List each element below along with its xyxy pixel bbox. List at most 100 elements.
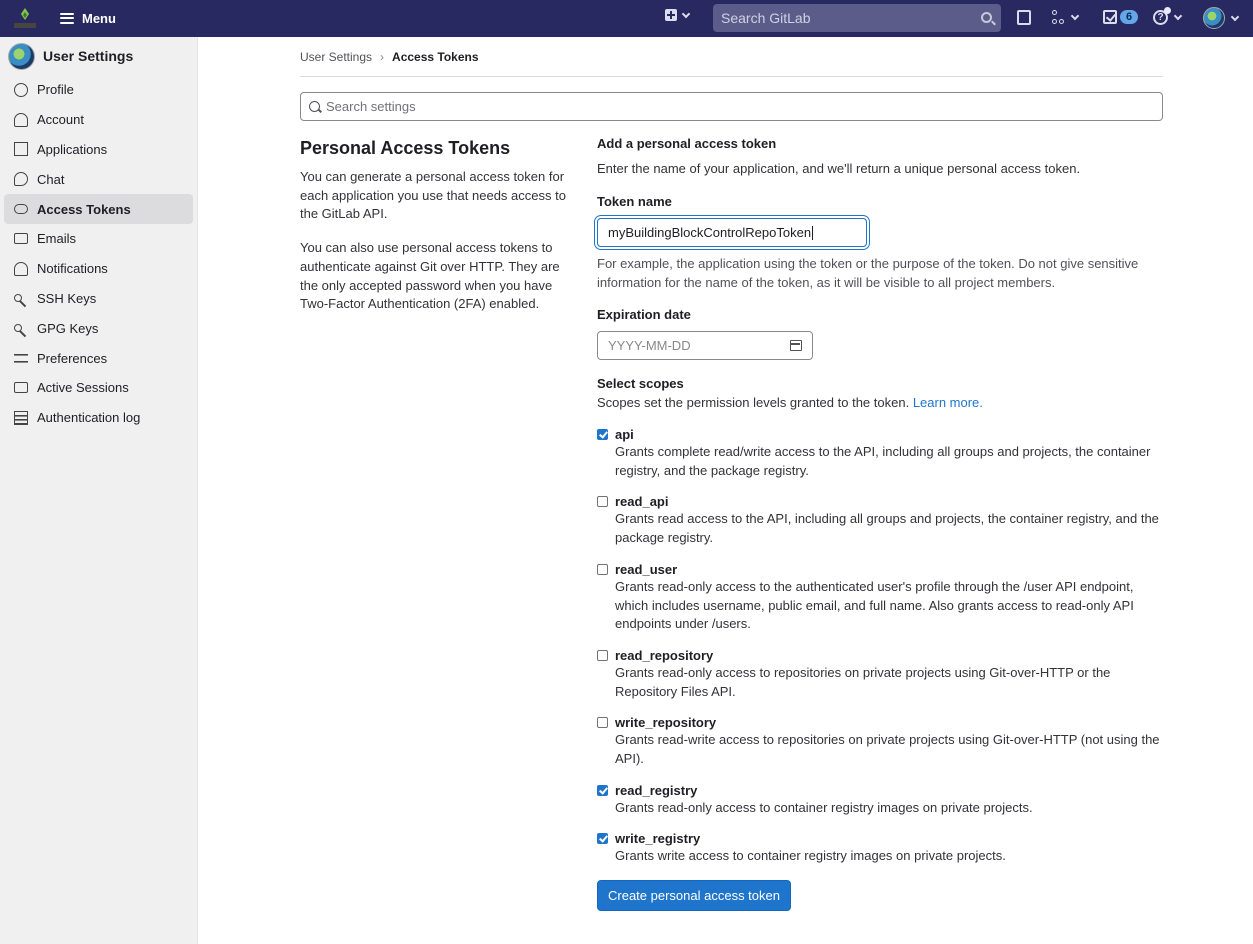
sidebar-item-account[interactable]: Account bbox=[4, 105, 193, 135]
merge-requests-dropdown[interactable] bbox=[1052, 10, 1080, 25]
scopes-help: Scopes set the permission levels granted… bbox=[597, 395, 1163, 410]
expiration-date-input[interactable]: YYYY-MM-DD bbox=[597, 331, 813, 360]
sidebar-item-access-tokens[interactable]: Access Tokens bbox=[4, 194, 193, 224]
breadcrumb: User Settings › Access Tokens bbox=[300, 37, 1163, 77]
sidebar-item-gpg-keys[interactable]: GPG Keys bbox=[4, 313, 193, 343]
notification-dot bbox=[1164, 7, 1171, 14]
help-dropdown[interactable]: ? bbox=[1153, 7, 1183, 25]
intro-paragraph: You can generate a personal access token… bbox=[300, 169, 566, 222]
sidebar-item-ssh-keys[interactable]: SSH Keys bbox=[4, 284, 193, 314]
scope-description: Grants read-write access to repositories… bbox=[615, 732, 1160, 767]
todo-icon bbox=[1103, 10, 1117, 24]
scope-name[interactable]: read_user bbox=[615, 562, 1163, 577]
scope-name[interactable]: read_registry bbox=[615, 783, 1163, 798]
issues-icon[interactable] bbox=[1017, 10, 1031, 25]
scope-checkbox[interactable] bbox=[597, 649, 608, 661]
scopes-label: Select scopes bbox=[597, 376, 684, 391]
menu-button[interactable]: Menu bbox=[60, 8, 116, 28]
todos-button[interactable]: 6 bbox=[1103, 10, 1139, 24]
scope-name[interactable]: write_registry bbox=[615, 831, 1163, 846]
chevron-down-icon bbox=[1173, 11, 1183, 21]
expiration-date-label: Expiration date bbox=[597, 307, 691, 322]
scope-read-registry: read_registry Grants read-only access to… bbox=[597, 783, 1163, 818]
scope-description: Grants write access to container registr… bbox=[615, 848, 1006, 864]
sidebar-item-preferences[interactable]: Preferences bbox=[4, 343, 193, 373]
chevron-down-icon bbox=[681, 9, 691, 18]
chat-icon bbox=[14, 172, 28, 187]
merge-request-icon bbox=[1052, 10, 1065, 25]
scope-api: api Grants complete read/write access to… bbox=[597, 427, 1163, 480]
sidebar-item-label: SSH Keys bbox=[37, 290, 97, 306]
sidebar-item-label: Authentication log bbox=[37, 410, 141, 426]
token-name-label: Token name bbox=[597, 194, 672, 209]
scope-checkbox[interactable] bbox=[597, 717, 608, 729]
sidebar-item-profile[interactable]: Profile bbox=[4, 75, 193, 105]
chevron-right-icon: › bbox=[380, 49, 385, 64]
scope-name[interactable]: read_repository bbox=[615, 648, 1163, 663]
scope-checkbox[interactable] bbox=[597, 496, 608, 508]
scope-checkbox[interactable] bbox=[597, 563, 608, 575]
plus-square-icon bbox=[665, 9, 677, 21]
scope-name[interactable]: read_api bbox=[615, 494, 1163, 509]
todo-count-badge: 6 bbox=[1120, 10, 1139, 24]
main-content: User Settings › Access Tokens Search set… bbox=[300, 37, 1163, 912]
sidebar-title: User Settings bbox=[43, 48, 134, 64]
sidebar-item-authentication-log[interactable]: Authentication log bbox=[4, 403, 193, 433]
chevron-down-icon bbox=[1230, 12, 1240, 21]
mail-icon bbox=[14, 233, 28, 245]
scope-name[interactable]: write_repository bbox=[615, 715, 1163, 730]
menu-label: Menu bbox=[82, 10, 116, 26]
learn-more-link[interactable]: Learn more. bbox=[913, 395, 983, 410]
sidebar-item-label: Emails bbox=[37, 231, 77, 247]
scope-checkbox[interactable] bbox=[597, 833, 608, 845]
profile-icon bbox=[14, 82, 28, 97]
avatar bbox=[8, 42, 35, 70]
token-name-input[interactable]: myBuildingBlockControlRepoToken bbox=[597, 218, 867, 247]
page-title: Personal Access Tokens bbox=[300, 138, 511, 158]
sidebar-item-label: Applications bbox=[37, 141, 108, 157]
scope-checkbox[interactable] bbox=[597, 784, 608, 796]
scope-name[interactable]: api bbox=[615, 427, 1163, 442]
settings-search-input[interactable]: Search settings bbox=[300, 92, 1163, 121]
sidebar-item-applications[interactable]: Applications bbox=[4, 135, 193, 165]
text-caret bbox=[812, 225, 814, 240]
create-token-button[interactable]: Create personal access token bbox=[597, 880, 791, 912]
sidebar-item-active-sessions[interactable]: Active Sessions bbox=[4, 373, 193, 403]
sidebar-item-emails[interactable]: Emails bbox=[4, 224, 193, 254]
key-icon bbox=[14, 324, 22, 333]
settings-search-placeholder: Search settings bbox=[326, 99, 416, 114]
log-icon bbox=[14, 410, 28, 425]
bell-icon bbox=[14, 261, 28, 276]
scope-description: Grants read-only access to the authentic… bbox=[615, 578, 1134, 632]
sidebar-item-label: Access Tokens bbox=[37, 201, 131, 217]
sidebar-header[interactable]: User Settings bbox=[0, 37, 197, 75]
chevron-down-icon bbox=[1070, 11, 1080, 21]
scope-write-registry: write_registry Grants write access to co… bbox=[597, 831, 1163, 866]
sidebar-item-label: Preferences bbox=[37, 350, 108, 366]
hamburger-icon bbox=[60, 12, 74, 24]
user-menu-dropdown[interactable] bbox=[1203, 7, 1240, 29]
scope-checkbox[interactable] bbox=[597, 429, 608, 440]
scope-read-user: read_user Grants read-only access to the… bbox=[597, 562, 1163, 634]
gitlab-search-input[interactable]: Search GitLab bbox=[713, 4, 1001, 32]
scope-read-repository: read_repository Grants read-only access … bbox=[597, 648, 1163, 701]
sidebar-item-chat[interactable]: Chat bbox=[4, 164, 193, 194]
token-form: Add a personal access token Enter the na… bbox=[597, 136, 1163, 912]
calendar-icon[interactable] bbox=[790, 340, 802, 351]
scopes-help-text: Scopes set the permission levels granted… bbox=[597, 395, 910, 410]
sidebar-item-notifications[interactable]: Notifications bbox=[4, 254, 193, 284]
token-name-value: myBuildingBlockControlRepoToken bbox=[608, 225, 812, 240]
create-new-dropdown[interactable] bbox=[665, 9, 691, 21]
breadcrumb-current[interactable]: Access Tokens bbox=[392, 50, 479, 64]
preferences-icon bbox=[14, 351, 28, 366]
scope-description: Grants read access to the API, including… bbox=[615, 511, 1159, 546]
sidebar-item-label: Profile bbox=[37, 82, 74, 98]
monitor-icon bbox=[14, 382, 28, 394]
search-icon bbox=[309, 101, 320, 112]
gitlab-logo[interactable] bbox=[10, 6, 40, 32]
expiration-date-placeholder: YYYY-MM-DD bbox=[608, 338, 691, 353]
sidebar-item-label: Notifications bbox=[37, 261, 108, 277]
form-description: Enter the name of your application, and … bbox=[597, 161, 1081, 176]
intro-section: Personal Access Tokens You can generate … bbox=[300, 138, 572, 329]
breadcrumb-parent-link[interactable]: User Settings bbox=[300, 50, 372, 64]
